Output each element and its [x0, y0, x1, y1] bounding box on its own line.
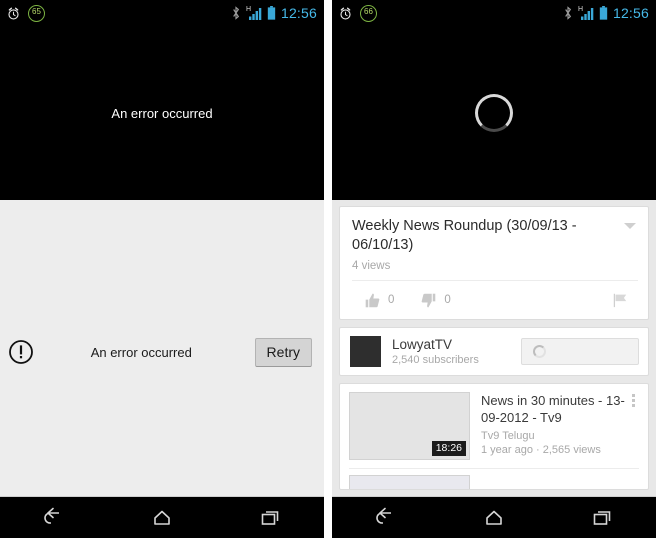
video-info-card: Weekly News Roundup (30/09/13 - 06/10/13…: [339, 206, 649, 320]
home-icon[interactable]: [478, 507, 510, 529]
related-video-stats: 1 year ago · 2,565 views: [481, 444, 601, 456]
screen-gutter: [324, 0, 332, 538]
video-rating-row: 0 0: [352, 280, 638, 319]
chevron-down-icon[interactable]: [624, 223, 636, 229]
battery-icon: [599, 6, 608, 20]
subscribe-button[interactable]: [521, 338, 639, 365]
video-title-row: Weekly News Roundup (30/09/13 - 06/10/13…: [352, 217, 638, 255]
left-status-bar-right: H 12:56: [231, 5, 317, 21]
recent-apps-icon[interactable]: [586, 507, 618, 529]
left-status-bar-left: 65: [6, 4, 45, 22]
related-videos-card: 18:26 News in 30 minutes - 13-09-2012 - …: [339, 383, 649, 490]
left-status-clock: 12:56: [280, 5, 317, 21]
retry-button[interactable]: Retry: [254, 337, 312, 367]
bluetooth-icon: [233, 6, 240, 20]
left-content-area: An error occurred Retry: [0, 200, 324, 496]
video-duration-badge: 18:26: [431, 441, 466, 456]
left-video-player[interactable]: An error occurred: [0, 26, 324, 200]
left-phone-screen: 65 H 12:56 An error occurred An error oc…: [0, 0, 324, 538]
related-video-title: News in 30 minutes - 13-09-2012 - Tv9: [481, 393, 625, 425]
alarm-clock-icon: [340, 7, 351, 19]
like-count: 0: [388, 294, 395, 306]
player-error-message: An error occurred: [111, 105, 213, 121]
signal-bars-glyph: [248, 7, 262, 20]
error-exclamation-icon: [9, 340, 33, 364]
flag-icon[interactable]: [612, 292, 628, 308]
battery-icon: [267, 6, 276, 20]
signal-bars-glyph: [580, 7, 594, 20]
right-status-bar: 66 H 12:56: [332, 0, 656, 26]
home-icon[interactable]: [146, 507, 178, 529]
left-notification-badge: 65: [28, 4, 45, 22]
list-item[interactable]: 18:26 News in 30 minutes - 13-09-2012 - …: [340, 384, 648, 468]
signal-bars-icon: H: [246, 6, 262, 21]
dual-screenshot-container: 65 H 12:56 An error occurred An error oc…: [0, 0, 656, 538]
related-video-meta: News in 30 minutes - 13-09-2012 - Tv9 Tv…: [481, 392, 626, 460]
dislike-control[interactable]: 0: [420, 292, 451, 309]
right-status-bar-right: H 12:56: [563, 5, 649, 21]
right-content-area: Weekly News Roundup (30/09/13 - 06/10/13…: [332, 200, 656, 496]
video-view-count: 4 views: [352, 260, 391, 272]
back-arrow-icon[interactable]: [370, 507, 402, 529]
bluetooth-icon: [565, 6, 572, 20]
right-notification-badge: 66: [360, 4, 377, 22]
video-thumbnail-partial: [349, 475, 470, 489]
loading-spinner-icon: [533, 345, 546, 358]
alarm-clock-icon: [8, 7, 19, 19]
thumbs-up-icon: [365, 293, 380, 307]
video-thumbnail: 18:26: [349, 392, 470, 460]
left-status-bar: 65 H 12:56: [0, 0, 324, 26]
channel-subscriber-count: 2,540 subscribers: [392, 354, 479, 366]
channel-avatar: [350, 336, 381, 367]
overflow-menu-icon[interactable]: [626, 392, 640, 460]
loading-spinner-icon: [475, 94, 513, 132]
recent-apps-icon[interactable]: [254, 507, 286, 529]
list-item-partial[interactable]: [340, 469, 648, 489]
error-banner-message: An error occurred: [90, 344, 192, 360]
left-nav-bar: [0, 496, 324, 538]
right-status-bar-left: 66: [338, 4, 377, 22]
error-banner: An error occurred Retry: [0, 330, 324, 374]
thumbs-down-icon: [422, 293, 436, 307]
channel-name: LowyatTV: [392, 337, 453, 352]
like-control[interactable]: 0: [364, 292, 394, 309]
right-nav-bar: [332, 496, 656, 538]
channel-meta: LowyatTV 2,540 subscribers: [392, 337, 521, 366]
dislike-count: 0: [444, 294, 451, 306]
right-video-player[interactable]: [332, 26, 656, 200]
right-phone-screen: 66 H 12:56 Weekly News Roundup (30/09/13…: [332, 0, 656, 538]
signal-bars-icon: H: [578, 6, 594, 21]
back-arrow-icon[interactable]: [38, 507, 70, 529]
right-status-clock: 12:56: [612, 5, 649, 21]
related-video-channel: Tv9 Telugu: [481, 430, 535, 442]
video-title: Weekly News Roundup (30/09/13 - 06/10/13…: [352, 218, 577, 253]
channel-card[interactable]: LowyatTV 2,540 subscribers: [339, 327, 649, 376]
